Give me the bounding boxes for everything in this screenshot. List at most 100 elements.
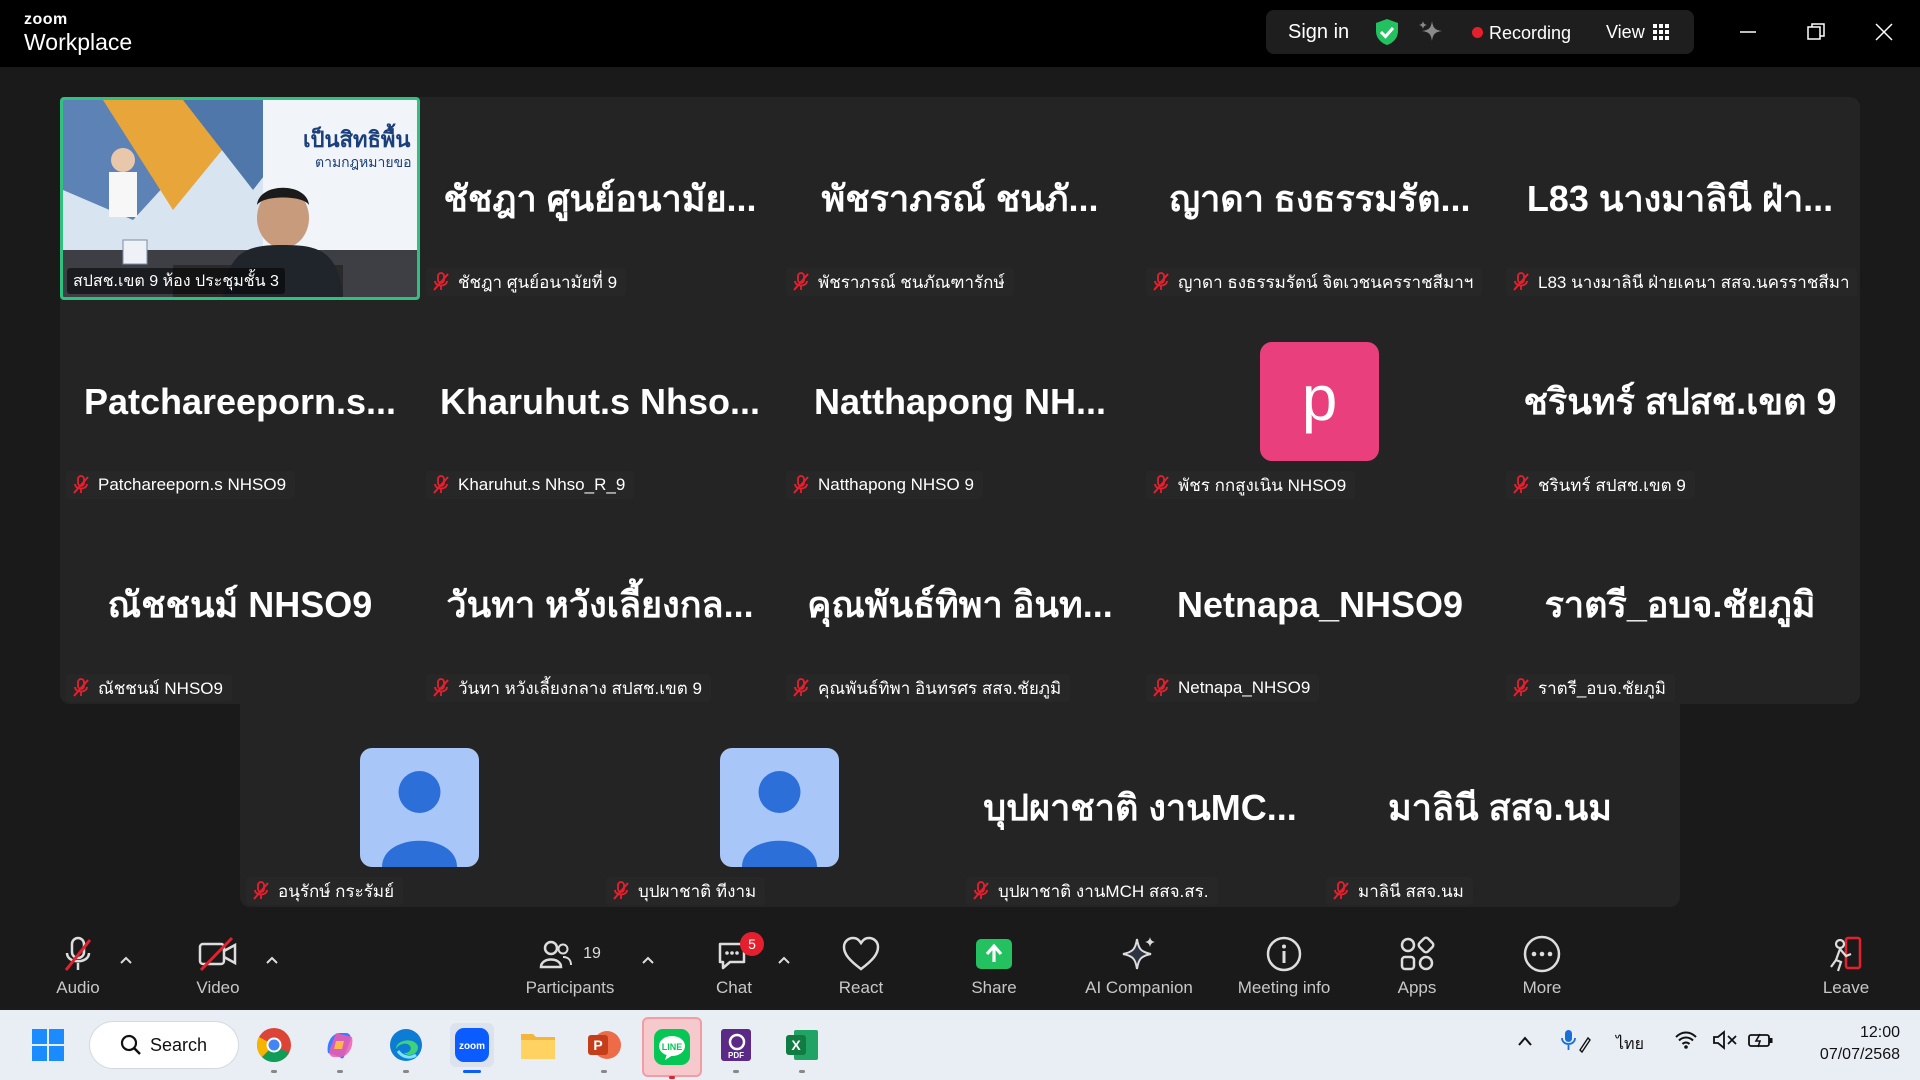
react-label: React <box>838 978 884 997</box>
folder-icon <box>521 1034 555 1059</box>
close-button[interactable] <box>1864 14 1904 50</box>
video-button[interactable]: Video <box>158 934 278 1010</box>
shield-check-icon[interactable] <box>1374 18 1400 50</box>
chrome-app[interactable] <box>252 1023 296 1073</box>
speaker-muted-icon[interactable] <box>1712 1030 1738 1055</box>
chat-label: Chat <box>716 978 752 997</box>
pdf-icon: PDF <box>721 1029 751 1061</box>
participants-options-caret[interactable] <box>638 950 658 970</box>
participant-tile[interactable]: Natthapong NH... Natthapong NHSO 9 <box>780 300 1140 503</box>
participant-tile[interactable]: คุณพันธ์ทิพา อินท... คุณพันธ์ทิพา อินทรศร… <box>780 503 1140 706</box>
participant-tile[interactable]: มาลินี สสจ.นม มาลินี สสจ.นม <box>1320 706 1680 909</box>
input-method-button[interactable] <box>1560 1028 1592 1059</box>
leave-label: Leave <box>1822 978 1870 997</box>
leave-door-icon <box>1830 936 1862 972</box>
participant-tile[interactable]: ญาดา ธงธรรมรัต... ญาดา ธงธรรมรัตน์ จิตเวช… <box>1140 97 1500 300</box>
participant-name-label: Natthapong NHSO 9 <box>786 471 983 499</box>
participant-tile[interactable]: พัชราภรณ์ ชนภั... พัชราภรณ์ ชนภัณฑารักษ์ <box>780 97 1140 300</box>
title-bar: zoom Workplace Sign in Recording View <box>0 0 1920 67</box>
participant-tile[interactable]: Kharuhut.s Nhso... Kharuhut.s Nhso_R_9 <box>420 300 780 503</box>
line-icon: LINE <box>654 1029 690 1065</box>
meeting-info-button[interactable]: Meeting info <box>1224 934 1344 1010</box>
participant-tile[interactable]: ชรินทร์ สปสช.เขต 9 ชรินทร์ สปสช.เขต 9 <box>1500 300 1860 503</box>
chevron-up-icon <box>778 956 790 964</box>
participant-name-label: อนุรักษ์ กระรัมย์ <box>246 877 404 905</box>
restore-icon <box>1807 23 1825 40</box>
share-button[interactable]: Share <box>934 934 1054 1010</box>
participant-tile[interactable]: L83 นางมาลินี ฝ่า... L83 นางมาลินี ฝ่ายเค… <box>1500 97 1860 300</box>
audio-button[interactable]: Audio <box>18 934 138 1010</box>
muted-mic-icon <box>73 475 89 494</box>
participant-tile[interactable]: บุปผาชาติ ทีงาม <box>600 706 960 909</box>
active-speaker-tile[interactable]: เป็นสิทธิพื้น ตามกฎหมายขอ สปสช.เขต 9 ห้อ… <box>60 97 420 300</box>
participants-icon <box>539 940 573 969</box>
react-button[interactable]: React <box>801 934 921 1010</box>
participant-name-label: พัชร กกสูงเนิน NHSO9 <box>1146 471 1356 499</box>
participant-name-label: ราตรี_อบจ.ชัยภูมิ <box>1506 674 1675 702</box>
participant-name-label: ชัชฎา ศูนย์อนามัยที่ 9 <box>426 268 627 296</box>
chevron-up-icon <box>266 956 278 964</box>
video-options-caret[interactable] <box>262 950 282 970</box>
meeting-toolbar: Audio Video 19 Participants 5 Chat React… <box>0 920 1920 1010</box>
participant-tile[interactable]: Netnapa_NHSO9 Netnapa_NHSO9 <box>1140 503 1500 706</box>
participant-tile[interactable]: ราตรี_อบจ.ชัยภูมิ ราตรี_อบจ.ชัยภูมิ <box>1500 503 1860 706</box>
tray-overflow-button[interactable] <box>1516 1032 1534 1055</box>
windows-logo-icon <box>32 1029 64 1061</box>
microphone-muted-icon <box>64 936 92 971</box>
brand-zoom: zoom <box>24 11 68 28</box>
muted-mic-icon <box>433 678 449 697</box>
participant-tile[interactable]: p พัชร กกสูงเนิน NHSO9 <box>1140 300 1500 503</box>
sparkle-icon[interactable] <box>1418 19 1444 49</box>
language-indicator[interactable]: ไทย <box>1616 1032 1644 1057</box>
muted-mic-icon <box>1153 272 1169 291</box>
taskbar-search[interactable]: Search <box>90 1022 238 1068</box>
recording-indicator[interactable]: Recording <box>1472 23 1571 44</box>
audio-label: Audio <box>56 978 100 997</box>
participant-tile[interactable]: วันทา หวังเลี้ยงกล... วันทา หวังเลี้ยงกลา… <box>420 503 780 706</box>
participant-name: ชัชฎา ศูนย์อนามัยที่ 9 <box>458 272 618 292</box>
apps-label: Apps <box>1397 978 1437 997</box>
minimize-button[interactable] <box>1728 14 1768 50</box>
person-avatar-icon <box>382 771 457 867</box>
windows-taskbar: Search zoom P LINE PDF X ไทย 12:00 07/07… <box>0 1010 1920 1080</box>
participant-name-label: ณัชชนม์ NHSO9 <box>66 674 232 702</box>
heart-icon <box>842 936 880 971</box>
excel-app[interactable]: X <box>780 1023 824 1073</box>
taskbar-clock[interactable]: 12:00 07/07/2568 <box>1790 1022 1900 1066</box>
more-button[interactable]: More <box>1482 934 1602 1010</box>
line-app[interactable]: LINE <box>642 1017 702 1079</box>
participant-tile[interactable]: ชัชฎา ศูนย์อนามัย... ชัชฎา ศูนย์อนามัยที่… <box>420 97 780 300</box>
file-explorer-app[interactable] <box>516 1023 560 1067</box>
audio-options-caret[interactable] <box>116 950 136 970</box>
wifi-icon[interactable] <box>1674 1030 1698 1055</box>
ai-sparkle-icon <box>1122 937 1155 970</box>
powerpoint-app[interactable]: P <box>582 1023 626 1073</box>
zoom-icon: zoom <box>455 1028 489 1062</box>
participant-tile[interactable]: บุปผาชาติ งานMC... บุปผาชาติ งานMCH สสจ.ส… <box>960 706 1320 909</box>
apps-icon <box>1400 936 1435 971</box>
participant-tile[interactable]: อนุรักษ์ กระรัมย์ <box>240 706 600 909</box>
view-button[interactable]: View <box>1606 22 1669 43</box>
mic-pen-icon <box>1561 1030 1591 1054</box>
chat-button[interactable]: 5 Chat <box>674 932 794 1010</box>
edge-app[interactable] <box>384 1023 428 1073</box>
battery-icon[interactable] <box>1748 1030 1774 1055</box>
participant-tile[interactable]: Patchareeporn.s... Patchareeporn.s NHSO9 <box>60 300 420 503</box>
participant-name-label: พัชราภรณ์ ชนภัณฑารักษ์ <box>786 268 1014 296</box>
participants-button[interactable]: 19 Participants <box>510 934 630 1010</box>
apps-button[interactable]: Apps <box>1357 934 1477 1010</box>
muted-mic-icon <box>73 678 89 697</box>
participant-name: Netnapa_NHSO9 <box>1178 678 1311 697</box>
record-dot-icon <box>1472 27 1483 38</box>
chat-options-caret[interactable] <box>774 950 794 970</box>
start-button[interactable] <box>26 1023 70 1067</box>
zoom-app[interactable]: zoom <box>450 1023 494 1073</box>
copilot-app[interactable] <box>318 1023 362 1073</box>
restore-button[interactable] <box>1796 14 1836 50</box>
ai-companion-button[interactable]: AI Companion <box>1068 934 1210 1010</box>
leave-button[interactable]: Leave <box>1786 934 1906 1010</box>
sign-in-button[interactable]: Sign in <box>1288 21 1349 44</box>
pdf-app[interactable]: PDF <box>714 1023 758 1073</box>
participant-tile[interactable]: ณัชชนม์ NHSO9 ณัชชนม์ NHSO9 <box>60 503 420 706</box>
chat-unread-badge: 5 <box>740 932 764 956</box>
